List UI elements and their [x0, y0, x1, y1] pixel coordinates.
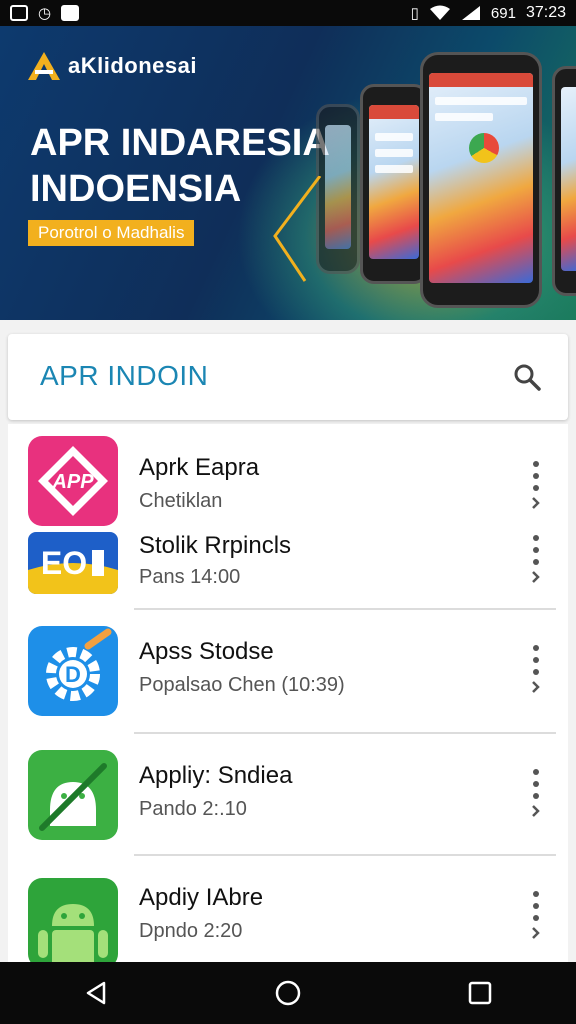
- banner-tagline: Porotrol o Madhalis: [28, 220, 195, 246]
- vibrate-icon: ▯: [410, 4, 419, 22]
- phone-image: [552, 66, 576, 296]
- android-wrench-icon: [28, 750, 118, 840]
- list-item[interactable]: EO Stolik Rrpincls Pans 14:00: [8, 528, 568, 610]
- clock-app-icon: ◷: [38, 4, 52, 22]
- status-bar: ◷ ▯ 691 37:23: [0, 0, 576, 26]
- brand-logo-icon: [28, 52, 60, 80]
- recents-button[interactable]: [460, 973, 500, 1013]
- search-icon[interactable]: [512, 362, 542, 392]
- phone-image: [420, 52, 542, 308]
- divider: [134, 732, 556, 734]
- app-title: Appliy: Sndiea: [139, 762, 293, 789]
- android-icon: [28, 878, 118, 968]
- app-title: Apss Stodse: [139, 638, 274, 665]
- decor-lines: [273, 176, 322, 282]
- wifi-icon: [429, 5, 450, 20]
- divider: [134, 608, 556, 610]
- app-badge-icon: APP: [28, 436, 118, 526]
- search-header: APR INDOIN: [8, 334, 568, 420]
- more-options-icon[interactable]: [526, 888, 546, 940]
- app-subtitle: Pans 14:00: [139, 566, 241, 588]
- list-item[interactable]: APP Aprk Eapra Chetiklan: [8, 434, 568, 526]
- back-icon: [86, 981, 106, 1005]
- edit-icon: [61, 5, 80, 21]
- brand-name: aKlidonesai: [68, 53, 197, 78]
- phone-image: [360, 84, 428, 284]
- signal-icon: [461, 6, 480, 20]
- search-title: APR INDOIN: [40, 360, 209, 391]
- more-options-icon[interactable]: [526, 766, 546, 818]
- app-title: Aprk Eapra: [139, 454, 260, 481]
- app-title: Stolik Rrpincls: [139, 532, 292, 559]
- app-subtitle: Chetiklan: [139, 490, 223, 512]
- battery-level: 691: [490, 4, 516, 22]
- home-icon: [275, 980, 301, 1006]
- more-options-icon[interactable]: [526, 642, 546, 694]
- status-time: 37:23: [525, 4, 566, 21]
- app-list: APP Aprk Eapra Chetiklan EO Stolik Rrpin…: [8, 424, 568, 968]
- navigation-bar: [0, 962, 576, 1024]
- list-item[interactable]: D Apss Stodse Popalsao Chen (10:39): [8, 624, 568, 734]
- back-button[interactable]: [76, 973, 116, 1013]
- app-subtitle: Popalsao Chen (10:39): [139, 674, 345, 696]
- svg-text:APP: APP: [51, 471, 94, 493]
- home-button[interactable]: [268, 973, 308, 1013]
- list-item[interactable]: Appliy: Sndiea Pando 2:.10: [8, 748, 568, 856]
- promo-banner[interactable]: aKlidonesai APR INDARESIA INDOENSIA Poro…: [0, 26, 576, 320]
- svg-text:EO: EO: [41, 545, 87, 581]
- list-item[interactable]: Apdiy IAbre Dpndo 2:20: [8, 870, 568, 968]
- photo-icon: [10, 5, 28, 21]
- app-subtitle: Dpndo 2:20: [139, 920, 243, 942]
- more-options-icon[interactable]: [526, 458, 546, 510]
- more-options-icon[interactable]: [526, 532, 546, 584]
- app-title: Apdiy IAbre: [139, 884, 264, 911]
- recents-icon: [468, 981, 492, 1005]
- app-subtitle: Pando 2:.10: [139, 798, 247, 820]
- d-gear-icon: D: [28, 626, 118, 716]
- svg-text:D: D: [65, 662, 81, 687]
- eo-tile-icon: EO: [28, 532, 118, 594]
- brand: aKlidonesai: [26, 50, 197, 82]
- divider: [134, 854, 556, 856]
